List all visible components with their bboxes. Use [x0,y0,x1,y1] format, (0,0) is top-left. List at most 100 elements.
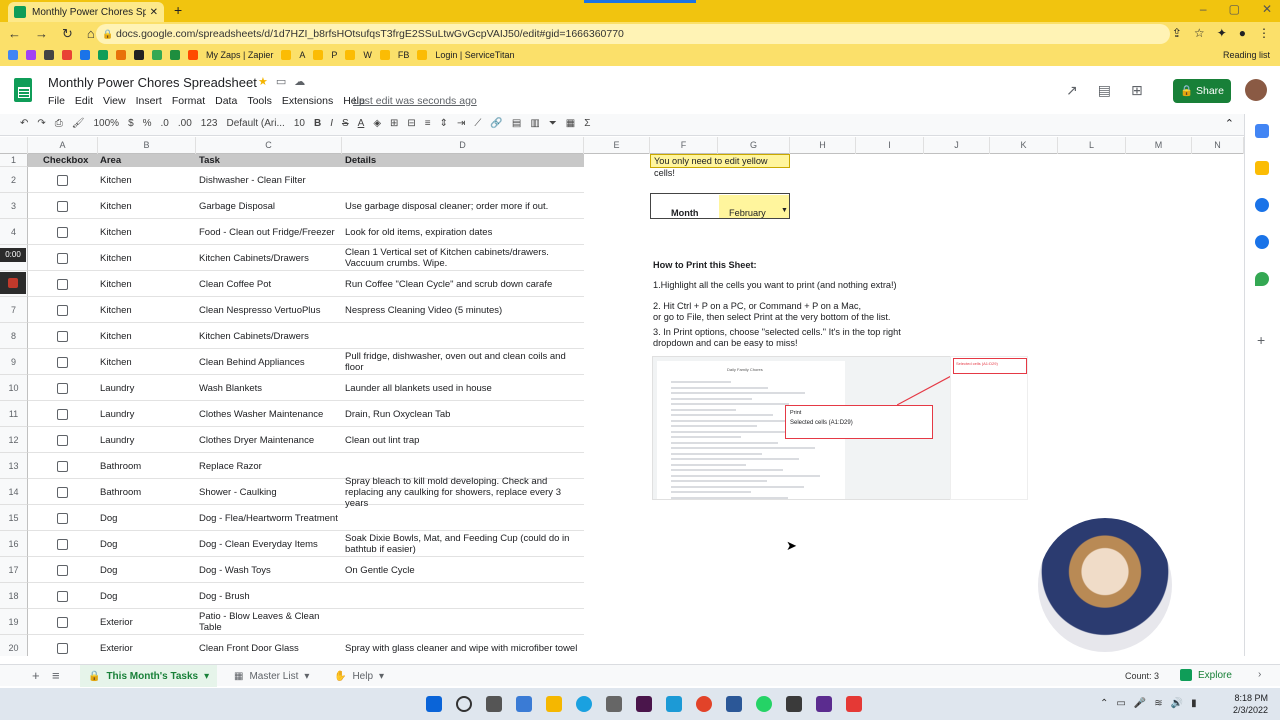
column-header[interactable]: F [650,137,718,154]
edge-icon[interactable] [576,696,592,712]
row-header[interactable]: 1 [0,154,28,167]
text-color-button[interactable]: A [358,118,365,129]
checkbox-icon[interactable] [57,460,68,472]
explore-button[interactable]: Explore [1180,669,1232,681]
checkbox-icon[interactable] [57,174,68,186]
functions-icon[interactable]: Σ [584,118,590,129]
browser-tab[interactable]: Monthly Power Chores Spreads ✕ [8,2,164,22]
zoom-select[interactable]: 100% [93,118,119,129]
menu-view[interactable]: View [103,95,126,107]
star-icon[interactable]: ★ [258,75,268,88]
menu-data[interactable]: Data [215,95,237,107]
checkbox-icon[interactable] [57,278,68,290]
menu-edit[interactable]: Edit [75,95,93,107]
print-icon[interactable]: ⎙ [55,118,63,129]
bookmark-folder-a[interactable]: A [299,50,305,60]
cell-task[interactable]: Dog - Wash Toys [199,557,341,583]
reading-list[interactable]: Reading list [1223,50,1270,60]
chevron-up-icon[interactable]: ⌃ [1100,698,1108,709]
app-icon[interactable] [786,696,802,712]
cell-task[interactable]: Garbage Disposal [199,193,341,219]
merge-cells-icon[interactable]: ⊟ [407,118,415,129]
cell-task[interactable]: Dog - Brush [199,583,341,609]
row-header[interactable]: 9 [0,349,28,375]
close-tab-icon[interactable]: ✕ [150,7,158,18]
cell-area[interactable]: Bathroom [100,479,196,505]
app-icon[interactable] [666,696,682,712]
battery-icon[interactable]: ▮ [1191,698,1197,709]
keep-icon[interactable] [1255,161,1269,175]
column-header[interactable]: H [790,137,856,154]
currency-button[interactable]: $ [128,118,134,129]
column-header[interactable]: K [990,137,1058,154]
bookmark-star-icon[interactable]: ☆ [1194,26,1205,40]
row-header[interactable]: 7 [0,297,28,323]
share-button[interactable]: 🔒 Share [1173,79,1231,103]
cell-area[interactable]: Kitchen [100,323,196,349]
column-header[interactable]: D [342,137,584,154]
task-checkbox[interactable] [57,557,68,583]
bookmark-folder-p[interactable]: P [331,50,337,60]
checkbox-icon[interactable] [57,590,68,602]
column-header[interactable]: B [98,137,196,154]
checkbox-icon[interactable] [57,304,68,316]
task-view-icon[interactable] [486,696,502,712]
bookmark-icon[interactable] [134,50,144,60]
cell-area[interactable]: Bathroom [100,453,196,479]
cell-task[interactable]: Kitchen Cabinets/Drawers [199,323,341,349]
italic-button[interactable]: I [330,118,333,129]
apps-icon[interactable] [8,50,18,60]
row-header[interactable]: 18 [0,583,28,609]
cell-task[interactable]: Kitchen Cabinets/Drawers [199,245,341,271]
cell-area[interactable]: Dog [100,583,196,609]
checkbox-icon[interactable] [57,226,68,238]
bookmark-folder-fb[interactable]: FB [398,50,410,60]
cell-area[interactable]: Exterior [100,609,196,635]
cell-area[interactable]: Kitchen [100,219,196,245]
row-header[interactable]: 17 [0,557,28,583]
tab-help[interactable]: ✋ Help ▾ [326,665,392,687]
cell-details[interactable]: Clean out lint trap [345,427,581,453]
row-header[interactable]: 2 [0,167,28,193]
task-checkbox[interactable] [57,297,68,323]
select-all-corner[interactable] [0,137,28,154]
avatar[interactable] [1245,79,1267,101]
recorder-icon[interactable] [846,696,862,712]
borders-icon[interactable]: ⊞ [390,118,398,129]
row-header[interactable]: 19 [0,609,28,635]
task-checkbox[interactable] [57,583,68,609]
file-explorer-icon[interactable] [546,696,562,712]
cell-area[interactable]: Dog [100,531,196,557]
row-header[interactable]: 14 [0,479,28,505]
cell-area[interactable]: Dog [100,557,196,583]
font-size-select[interactable]: 10 [294,118,305,129]
percent-button[interactable]: % [143,118,152,129]
undo-icon[interactable]: ↶ [20,118,28,129]
cell-area[interactable]: Kitchen [100,297,196,323]
menu-extensions[interactable]: Extensions [282,95,333,107]
last-edit-link[interactable]: Last edit was seconds ago [353,95,477,107]
stop-recording-button[interactable] [0,272,26,294]
cell-area[interactable]: Kitchen [100,349,196,375]
bookmark-servicetitan[interactable]: Login | ServiceTitan [435,50,514,60]
cell-details[interactable]: Clean 1 Vertical set of Kitchen cabinets… [345,245,581,271]
network-icon[interactable]: ▭ [1116,698,1125,709]
app-icon[interactable] [816,696,832,712]
extensions-icon[interactable]: ✦ [1217,26,1227,40]
menu-insert[interactable]: Insert [136,95,162,107]
cell-task[interactable]: Clothes Washer Maintenance [199,401,341,427]
row-header[interactable]: 8 [0,323,28,349]
selection-count[interactable]: Count: 3 [1125,671,1159,681]
cell-details[interactable]: Run Coffee "Clean Cycle" and scrub down … [345,271,581,297]
cell-area[interactable]: Kitchen [100,245,196,271]
cell-task[interactable]: Food - Clean out Fridge/Freezer [199,219,341,245]
bookmark-icon[interactable] [98,50,108,60]
url-field[interactable]: 🔒 docs.google.com/spreadsheets/d/1d7HZI_… [96,24,1170,44]
cell-details[interactable]: Pull fridge, dishwasher, oven out and cl… [345,349,581,375]
cell-task[interactable]: Replace Razor [199,453,341,479]
bookmark-icon[interactable] [62,50,72,60]
number-format-select[interactable]: 123 [201,118,218,129]
cell-task[interactable]: Clean Nespresso VertuoPlus [199,297,341,323]
volume-icon[interactable]: 🔊 [1171,698,1183,709]
bookmark-folder-w[interactable]: W [363,50,372,60]
